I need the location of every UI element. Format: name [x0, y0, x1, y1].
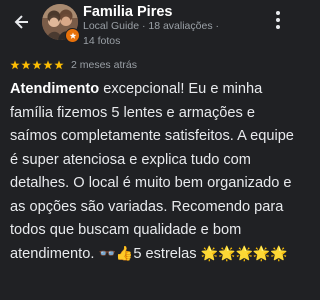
star-icon: [54, 60, 64, 69]
star-icon: [43, 60, 53, 69]
review-time: 2 meses atrás: [71, 59, 137, 71]
review-header: Familia Pires Local Guide · 18 avaliaçõe…: [0, 0, 300, 52]
more-vert-icon[interactable]: [268, 8, 288, 32]
thumbs-up-emoji: 👍: [115, 245, 134, 262]
star-icon: [32, 60, 42, 69]
review-text: Atendimento excepcional! Eu e minha famí…: [10, 78, 294, 266]
reviewer-meta: Local Guide · 18 avaliações · 14 fotos: [83, 20, 219, 47]
star-rating: [10, 56, 65, 74]
rating-row: 2 meses atrás: [10, 56, 137, 71]
star-icon: [10, 60, 20, 69]
reviewer-name[interactable]: Familia Pires: [83, 4, 172, 20]
star-emojis: 🌟🌟🌟🌟🌟: [200, 245, 288, 262]
glasses-emoji: 👓: [98, 245, 116, 262]
back-arrow-icon[interactable]: [10, 12, 34, 36]
local-guide-badge-icon: [65, 28, 80, 43]
star-icon: [21, 60, 31, 69]
review-tail: 5 estrelas: [133, 245, 201, 262]
review-lead: Atendimento: [10, 81, 100, 97]
review-body: excepcional! Eu e minha família fizemos …: [10, 81, 294, 262]
